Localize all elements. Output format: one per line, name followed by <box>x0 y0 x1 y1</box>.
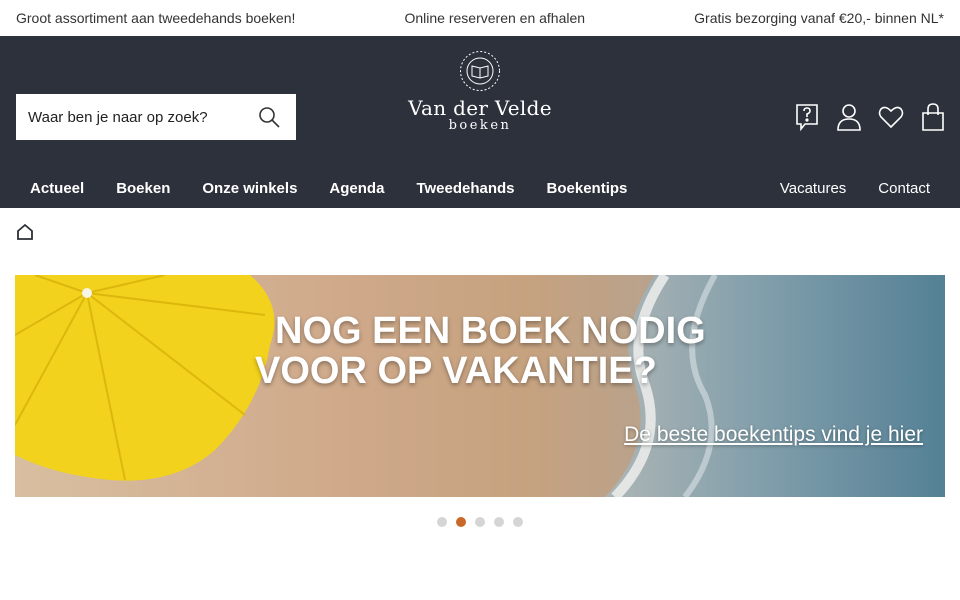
usp-shipping: Gratis bezorging vanaf €20,- binnen NL* <box>694 10 944 26</box>
nav-tweedehands[interactable]: Tweedehands <box>416 180 514 197</box>
hero-banner[interactable]: NOG EEN BOEK NODIG VOOR OP VAKANTIE? De … <box>15 275 945 497</box>
umbrella-graphic <box>15 275 275 481</box>
nav-agenda[interactable]: Agenda <box>329 180 384 197</box>
logo-seal-icon <box>459 50 501 92</box>
carousel-dot-active[interactable] <box>456 517 466 527</box>
carousel-dot[interactable] <box>475 517 485 527</box>
secondary-nav: Vacatures Contact <box>780 180 930 197</box>
search-icon[interactable] <box>254 102 284 132</box>
carousel-dot[interactable] <box>437 517 447 527</box>
hero-headline: NOG EEN BOEK NODIG VOOR OP VAKANTIE? <box>255 311 775 391</box>
hero-cta-link[interactable]: De beste boekentips vind je hier <box>624 423 923 447</box>
logo-sub: boeken <box>448 118 512 133</box>
nav-boeken[interactable]: Boeken <box>116 180 170 197</box>
header-actions <box>794 102 946 132</box>
carousel-pagination <box>0 517 960 527</box>
shopping-bag-icon[interactable] <box>920 102 946 132</box>
site-logo[interactable]: Van der Velde boeken <box>405 50 555 133</box>
nav-actueel[interactable]: Actueel <box>30 180 84 197</box>
search-input[interactable] <box>28 108 254 126</box>
breadcrumb <box>0 208 960 275</box>
top-info-bar: Groot assortiment aan tweedehands boeken… <box>0 0 960 36</box>
nav-boekentips[interactable]: Boekentips <box>547 180 628 197</box>
primary-nav: Actueel Boeken Onze winkels Agenda Tweed… <box>30 180 627 197</box>
nav-onze-winkels[interactable]: Onze winkels <box>202 180 297 197</box>
home-icon[interactable] <box>16 223 34 245</box>
main-navigation: Actueel Boeken Onze winkels Agenda Tweed… <box>0 168 960 208</box>
nav-vacatures[interactable]: Vacatures <box>780 180 846 197</box>
carousel-dot[interactable] <box>494 517 504 527</box>
usp-reserve: Online reserveren en afhalen <box>404 10 586 26</box>
nav-contact[interactable]: Contact <box>878 180 930 197</box>
search-box <box>16 94 296 140</box>
site-header: Van der Velde boeken <box>0 36 960 208</box>
account-icon[interactable] <box>836 102 862 132</box>
usp-assortment: Groot assortiment aan tweedehands boeken… <box>16 10 296 26</box>
hero-headline-line2: VOOR OP VAKANTIE? <box>255 350 657 392</box>
wishlist-heart-icon[interactable] <box>878 102 904 132</box>
carousel-dot[interactable] <box>513 517 523 527</box>
hero-headline-line1: NOG EEN BOEK NODIG <box>275 310 706 352</box>
help-icon[interactable] <box>794 102 820 132</box>
logo-name: Van der Velde <box>408 96 552 120</box>
